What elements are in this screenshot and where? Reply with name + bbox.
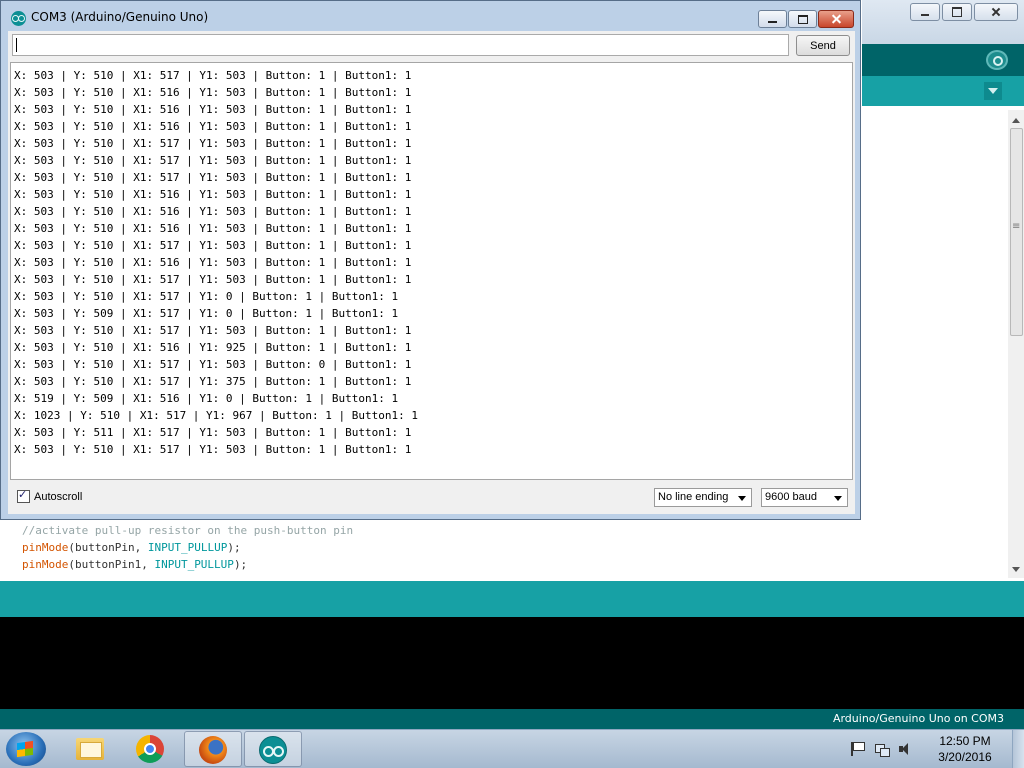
autoscroll-checkbox[interactable] [17,488,30,503]
system-tray: 12:50 PM 3/20/2016 [849,730,1024,768]
code-comment: //activate pull-up resistor on the push-… [22,524,354,537]
serial-output-line: X: 503 | Y: 510 | X1: 517 | Y1: 503 | Bu… [14,273,412,286]
serial-output-line: X: 503 | Y: 510 | X1: 516 | Y1: 503 | Bu… [14,222,412,235]
ide-status-bar: Arduino/Genuino Uno on COM3 [0,709,1024,729]
serial-output-line: X: 503 | Y: 510 | X1: 517 | Y1: 503 | Bu… [14,137,412,150]
close-button[interactable] [818,10,854,28]
action-center-flag-icon[interactable] [851,742,867,756]
serial-output-lines: X: 503 | Y: 510 | X1: 517 | Y1: 503 | Bu… [14,67,418,458]
ide-tab-bar [862,76,1024,106]
code-function: pinMode [22,541,69,554]
serial-output-line: X: 1023 | Y: 510 | X1: 517 | Y1: 967 | B… [14,409,418,422]
serial-output-line: X: 503 | Y: 510 | X1: 516 | Y1: 503 | Bu… [14,86,412,99]
windows-taskbar: 12:50 PM 3/20/2016 [0,729,1024,768]
serial-output-line: X: 503 | Y: 510 | X1: 517 | Y1: 503 | Bu… [14,154,412,167]
taskbar-google-chrome[interactable] [122,731,180,767]
scroll-down-arrow-icon[interactable] [1012,567,1020,572]
serial-output-line: X: 503 | Y: 510 | X1: 516 | Y1: 925 | Bu… [14,341,412,354]
clock-time: 12:50 PM [939,734,991,748]
code-function: pinMode [22,558,69,571]
code-constant: INPUT_PULLUP [147,541,228,554]
clock-date: 3/20/2016 [938,750,992,764]
chrome-icon [136,735,164,763]
network-icon[interactable] [875,742,890,757]
editor-vertical-scrollbar[interactable] [1008,110,1024,578]
send-button[interactable]: Send [796,35,850,56]
serial-output-line: X: 503 | Y: 510 | X1: 516 | Y1: 503 | Bu… [14,205,412,218]
serial-output-line: X: 503 | Y: 510 | X1: 517 | Y1: 503 | Bu… [14,171,412,184]
serial-output-line: X: 503 | Y: 510 | X1: 517 | Y1: 503 | Bu… [14,324,412,337]
volume-icon[interactable] [899,742,913,756]
chevron-down-icon [834,496,842,501]
serial-input-field[interactable] [12,34,789,56]
show-desktop-button[interactable] [1012,730,1024,768]
text-caret [16,38,17,52]
baud-rate-value: 9600 baud [765,491,817,503]
maximize-button[interactable] [788,10,817,28]
baud-rate-select[interactable]: 9600 baud [761,488,848,507]
autoscroll-label: Autoscroll [34,490,83,503]
serial-output-line: X: 503 | Y: 511 | X1: 517 | Y1: 503 | Bu… [14,426,412,439]
serial-output-line: X: 503 | Y: 510 | X1: 516 | Y1: 503 | Bu… [14,188,412,201]
ide-console [0,617,1024,709]
clock[interactable]: 12:50 PM 3/20/2016 [925,733,1005,765]
serial-output-line: X: 503 | Y: 509 | X1: 517 | Y1: 0 | Butt… [14,307,399,320]
code-constant: INPUT_PULLUP [154,558,234,571]
serial-monitor-icon[interactable] [986,50,1008,70]
code-text: //activate pull-up resistor on the push-… [22,522,353,573]
folder-icon [76,738,104,760]
serial-output-line: X: 503 | Y: 510 | X1: 517 | Y1: 503 | Bu… [14,239,412,252]
code-args: (buttonPin1, [68,558,155,571]
minimize-button[interactable] [758,10,787,28]
arduino-icon [259,736,287,764]
serial-output-line: X: 503 | Y: 510 | X1: 517 | Y1: 503 | Bu… [14,358,412,371]
serial-output-line: X: 503 | Y: 510 | X1: 516 | Y1: 503 | Bu… [14,256,412,269]
ide-close-button[interactable] [974,3,1018,21]
ide-message-bar [0,581,1024,617]
ide-toolbar [862,44,1024,76]
serial-output-line: X: 503 | Y: 510 | X1: 517 | Y1: 0 | Butt… [14,290,399,303]
line-ending-select[interactable]: No line ending [654,488,752,507]
ide-minimize-button[interactable] [910,3,940,21]
code-end: ); [233,558,248,571]
code-end: ); [227,541,241,554]
serial-output-line: X: 503 | Y: 510 | X1: 517 | Y1: 503 | Bu… [14,443,412,456]
serial-output-area[interactable]: X: 503 | Y: 510 | X1: 517 | Y1: 503 | Bu… [10,62,853,480]
serial-monitor-window: COM3 (Arduino/Genuino Uno) Send X: 503 |… [0,0,861,520]
window-title: COM3 (Arduino/Genuino Uno) [31,10,209,24]
serial-output-line: X: 519 | Y: 509 | X1: 516 | Y1: 0 | Butt… [14,392,399,405]
start-button[interactable] [6,732,46,766]
tab-menu-icon[interactable] [984,82,1002,100]
chevron-down-icon [738,496,746,501]
ide-restore-button[interactable] [942,3,972,21]
code-args: (buttonPin, [68,541,148,554]
board-port-status: Arduino/Genuino Uno on COM3 [832,712,1004,725]
scroll-thumb[interactable] [1010,128,1023,336]
taskbar-arduino[interactable] [244,731,302,767]
line-ending-value: No line ending [658,491,729,503]
taskbar-firefox[interactable] [184,731,242,767]
ide-titlebar [862,0,1024,44]
serial-monitor-client: Send X: 503 | Y: 510 | X1: 517 | Y1: 503… [8,31,855,514]
serial-output-line: X: 503 | Y: 510 | X1: 516 | Y1: 503 | Bu… [14,103,412,116]
autoscroll-control[interactable]: Autoscroll [17,488,83,503]
firefox-icon [199,736,227,764]
serial-output-line: X: 503 | Y: 510 | X1: 517 | Y1: 375 | Bu… [14,375,412,388]
serial-output-line: X: 503 | Y: 510 | X1: 517 | Y1: 503 | Bu… [14,69,412,82]
scroll-up-arrow-icon[interactable] [1012,118,1020,123]
taskbar-windows-explorer[interactable] [60,731,118,767]
serial-output-line: X: 503 | Y: 510 | X1: 516 | Y1: 503 | Bu… [14,120,412,133]
